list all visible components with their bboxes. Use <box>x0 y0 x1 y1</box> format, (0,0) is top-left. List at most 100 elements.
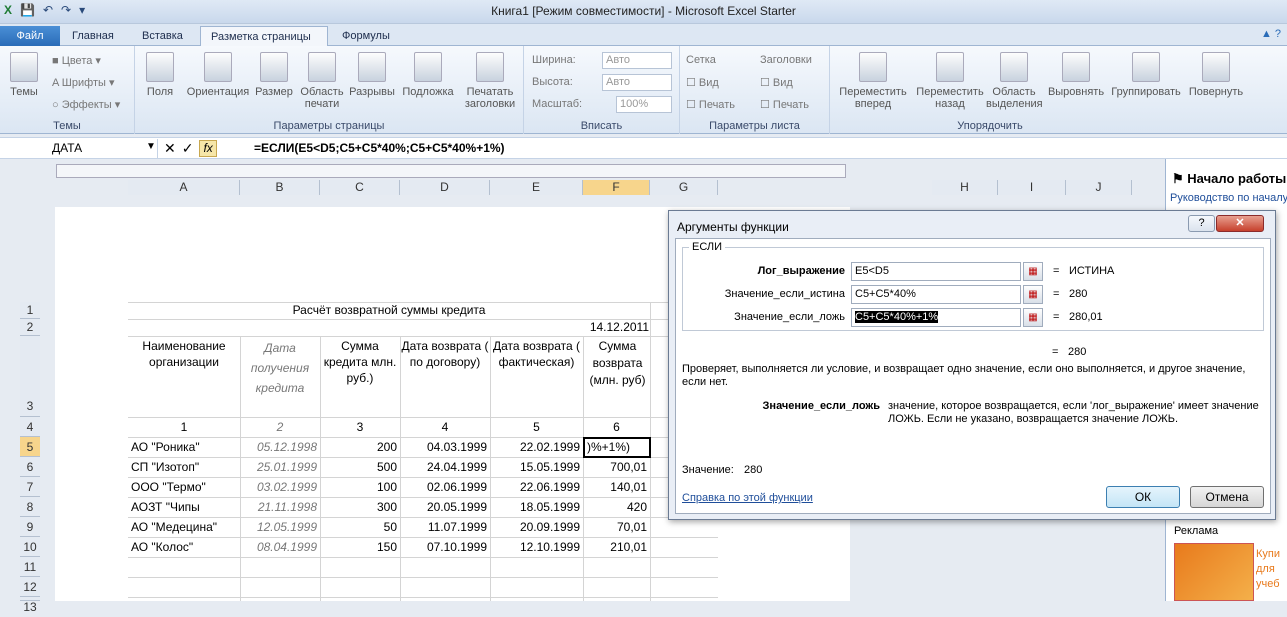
align-button[interactable]: Выровнять <box>1044 52 1108 98</box>
send-backward-button[interactable]: Переместить назад <box>914 52 986 110</box>
row-header-9[interactable]: 9 <box>20 517 40 537</box>
cell-actual-date[interactable]: 22.06.1999 <box>490 478 580 497</box>
name-box[interactable]: ДАТА <box>0 139 158 158</box>
sheet-date[interactable]: 14.12.2011 <box>583 319 649 336</box>
help-icon[interactable]: ▲ ? <box>1261 28 1281 40</box>
collapse-dialog-icon[interactable]: ▦ <box>1023 285 1043 304</box>
header-amount[interactable]: Сумма кредита млн. руб.) <box>320 338 400 398</box>
col-num-3[interactable]: 3 <box>320 418 400 437</box>
cell-amount[interactable]: 50 <box>320 518 397 537</box>
breaks-button[interactable]: Разрывы <box>347 52 397 98</box>
collapse-dialog-icon[interactable]: ▦ <box>1023 308 1043 327</box>
col-header-a[interactable]: A <box>128 180 240 195</box>
group-button[interactable]: Группировать <box>1110 52 1182 98</box>
width-select[interactable]: Авто <box>602 52 672 69</box>
col-header-j[interactable]: J <box>1066 180 1132 195</box>
cell-amount[interactable]: 500 <box>320 458 397 477</box>
cancel-icon[interactable]: ✕ <box>164 140 176 157</box>
cell-return-amount[interactable]: 70,01 <box>583 518 647 537</box>
cell-amount[interactable]: 100 <box>320 478 397 497</box>
arg-input-value-if-true[interactable]: C5+C5*40% <box>851 285 1021 304</box>
cell-due-date[interactable]: 02.06.1999 <box>400 478 487 497</box>
cell-org[interactable]: АО "Колос" <box>131 538 239 557</box>
col-num-2[interactable]: 2 <box>240 418 320 437</box>
col-header-e[interactable]: E <box>490 180 583 195</box>
cell-org[interactable]: АО "Роника" <box>131 438 239 457</box>
row-header-13[interactable]: 13 <box>20 597 40 614</box>
cell-org[interactable]: СП "Изотоп" <box>131 458 239 477</box>
cell-issue-date[interactable]: 08.04.1999 <box>240 538 317 557</box>
cell-actual-date[interactable]: 18.05.1999 <box>490 498 580 517</box>
tab-home[interactable]: Главная <box>62 26 124 46</box>
background-button[interactable]: Подложка <box>399 52 457 98</box>
fonts-button[interactable]: A Шрифты ▾ <box>52 76 114 89</box>
cell-amount[interactable]: 300 <box>320 498 397 517</box>
insert-function-icon[interactable]: fx <box>199 140 217 157</box>
header-actual-date[interactable]: Дата возврата ( фактическая) <box>490 338 583 398</box>
cell-due-date[interactable]: 11.07.1999 <box>400 518 487 537</box>
cell-return-amount[interactable]: 420 <box>583 498 647 517</box>
cell-due-date[interactable]: 20.05.1999 <box>400 498 487 517</box>
header-org[interactable]: Наименование организации <box>128 338 240 374</box>
col-header-h[interactable]: H <box>932 180 998 195</box>
header-return-amount[interactable]: Сумма возврата (млн. руб) <box>585 338 650 408</box>
selection-pane-button[interactable]: Область выделения <box>986 52 1043 110</box>
enter-icon[interactable]: ✓ <box>182 140 194 157</box>
colors-button[interactable]: ■ Цвета ▾ <box>52 54 101 67</box>
print-area-button[interactable]: Область печати <box>297 52 347 110</box>
name-box-dropdown-icon[interactable]: ▼ <box>146 141 156 152</box>
active-cell-f5[interactable]: )%+1%) <box>583 437 651 458</box>
col-header-g[interactable]: G <box>650 180 718 195</box>
cell-amount[interactable]: 150 <box>320 538 397 557</box>
orientation-button[interactable]: Ориентация <box>183 52 253 98</box>
height-select[interactable]: Авто <box>602 74 672 91</box>
header-issue-date[interactable]: Дата получения кредита <box>240 338 320 398</box>
collapse-dialog-icon[interactable]: ▦ <box>1023 262 1043 281</box>
cell-actual-date[interactable]: 15.05.1999 <box>490 458 580 477</box>
gridlines-view-checkbox[interactable]: ☐ Вид <box>686 76 719 89</box>
col-header-i[interactable]: I <box>998 180 1066 195</box>
cell-actual-date[interactable]: 20.09.1999 <box>490 518 580 537</box>
cell-due-date[interactable]: 04.03.1999 <box>400 438 487 457</box>
col-num-6[interactable]: 6 <box>583 418 650 437</box>
sheet-title[interactable]: Расчёт возвратной суммы кредита <box>128 302 650 319</box>
tab-formulas[interactable]: Формулы <box>332 26 400 46</box>
cell-issue-date[interactable]: 21.11.1998 <box>240 498 317 517</box>
gridlines-print-checkbox[interactable]: ☐ Печать <box>686 98 735 111</box>
row-header-12[interactable]: 12 <box>20 577 40 597</box>
col-num-4[interactable]: 4 <box>400 418 490 437</box>
scale-spinner[interactable]: 100% <box>616 96 672 113</box>
row-header-4[interactable]: 4 <box>20 417 40 437</box>
row-header-7[interactable]: 7 <box>20 477 40 497</box>
col-header-b[interactable]: B <box>240 180 320 195</box>
row-header-3[interactable]: 3 <box>20 336 40 417</box>
row-header-11[interactable]: 11 <box>20 557 40 577</box>
cell-return-amount[interactable]: 140,01 <box>583 478 647 497</box>
bring-forward-button[interactable]: Переместить вперед <box>834 52 912 110</box>
cell-org[interactable]: АОЗТ "Чипы <box>131 498 239 517</box>
headings-view-checkbox[interactable]: ☐ Вид <box>760 76 793 89</box>
col-header-f[interactable]: F <box>583 180 650 195</box>
dialog-help-button[interactable]: ? <box>1188 215 1215 232</box>
tab-insert[interactable]: Вставка <box>132 26 193 46</box>
cell-actual-date[interactable]: 22.02.1999 <box>490 438 580 457</box>
cell-org[interactable]: АО "Медецина" <box>131 518 239 537</box>
col-header-c[interactable]: C <box>320 180 400 195</box>
row-header-6[interactable]: 6 <box>20 457 40 477</box>
cell-due-date[interactable]: 07.10.1999 <box>400 538 487 557</box>
col-num-5[interactable]: 5 <box>490 418 583 437</box>
tab-page-layout[interactable]: Разметка страницы <box>200 26 328 47</box>
cell-amount[interactable]: 200 <box>320 438 397 457</box>
function-help-link[interactable]: Справка по этой функции <box>682 492 813 504</box>
cell-issue-date[interactable]: 05.12.1998 <box>240 438 317 457</box>
cell-return-amount[interactable]: 700,01 <box>583 458 647 477</box>
row-header-10[interactable]: 10 <box>20 537 40 557</box>
office-ad-image[interactable] <box>1174 543 1254 601</box>
cell-org[interactable]: ООО "Термо" <box>131 478 239 497</box>
effects-button[interactable]: ○ Эффекты ▾ <box>52 98 120 111</box>
formula-input[interactable]: =ЕСЛИ(E5<D5;C5+C5*40%;C5+C5*40%+1%) <box>254 141 505 155</box>
panel-guide-link[interactable]: Руководство по началу <box>1170 192 1287 204</box>
rotate-button[interactable]: Повернуть <box>1184 52 1248 98</box>
margins-button[interactable]: Поля <box>141 52 179 98</box>
ok-button[interactable]: ОК <box>1106 486 1180 508</box>
